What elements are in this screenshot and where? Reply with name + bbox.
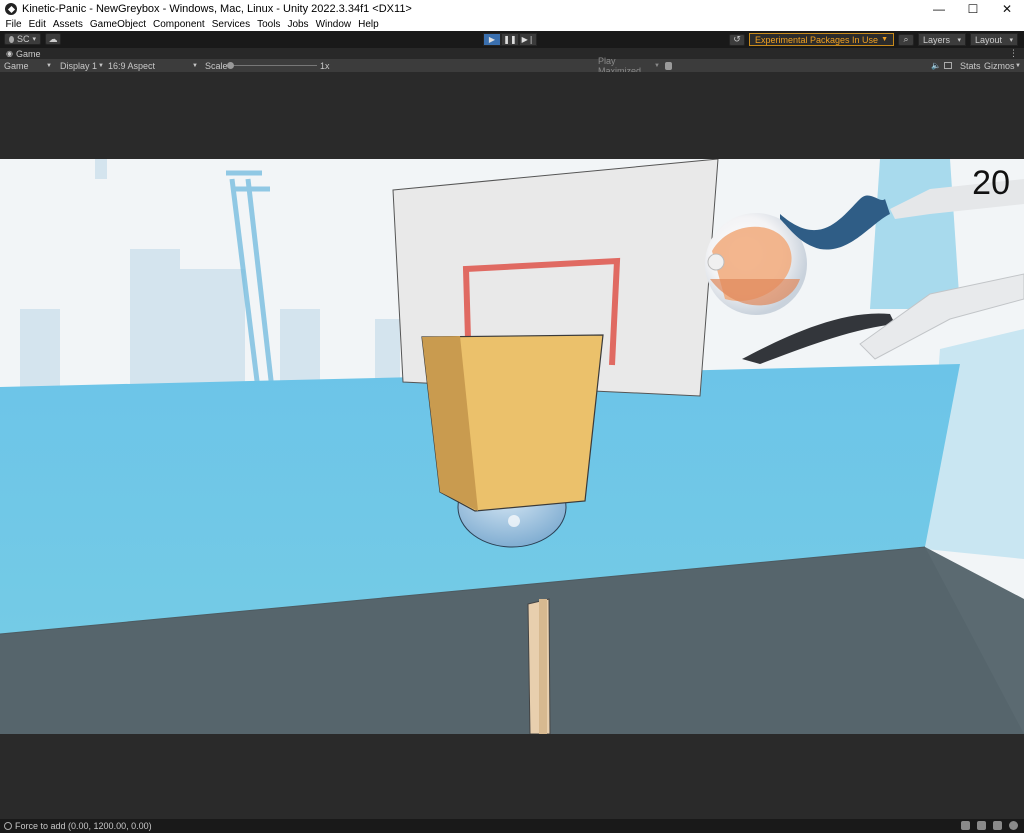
gamepad-icon: ◉ xyxy=(6,49,13,58)
scale-label: Scale xyxy=(205,60,228,71)
more-options-icon[interactable]: ⋮ xyxy=(1009,48,1018,59)
play-button[interactable]: ▶ xyxy=(483,33,501,46)
chevron-down-icon: ▾ xyxy=(32,36,36,43)
game-view-bar: Game ▼ Display 1 ▼ 16:9 Aspect ▼ Scale 1… xyxy=(0,56,1024,76)
menu-tools[interactable]: Tools xyxy=(254,19,284,30)
scene-render xyxy=(0,158,1024,735)
display-label: Display 1 xyxy=(60,60,98,71)
menu-window[interactable]: Window xyxy=(312,19,355,30)
search-icon: ⌕ xyxy=(903,34,909,44)
aspect-label: 16:9 Aspect xyxy=(108,60,156,71)
play-icon: ▶ xyxy=(488,35,496,44)
toolbar-right: ↺ Experimental Packages In Use ▼ ⌕ Layer… xyxy=(729,33,1018,46)
stats-button[interactable]: Stats xyxy=(960,60,981,71)
layout-label: Layout xyxy=(975,34,1003,45)
game-scene[interactable]: 20 xyxy=(0,158,1024,735)
caret-down-icon: ▼ xyxy=(1015,62,1021,69)
menu-bar: File Edit Assets GameObject Component Se… xyxy=(0,18,1024,31)
caret-down-icon: ▼ xyxy=(98,62,104,69)
status-icons xyxy=(961,821,1018,830)
game-viewport[interactable]: 20 xyxy=(0,72,1024,819)
play-controls: ▶ ❚❚ ▶❘ xyxy=(483,33,537,46)
caret-down-icon: ▼ xyxy=(881,36,888,43)
menu-file[interactable]: File xyxy=(2,19,25,30)
tab-game[interactable]: ◉ Game xyxy=(0,49,41,59)
menu-gameobject[interactable]: GameObject xyxy=(86,19,149,30)
gizmos-dropdown-arrow[interactable]: ▼ xyxy=(1015,60,1021,71)
tab-game-label: Game xyxy=(15,48,41,59)
status-message[interactable]: Force to add (0.00, 1200.00, 0.00) xyxy=(15,821,152,831)
window-controls: — ☐ ✕ xyxy=(922,0,1024,18)
menu-services[interactable]: Services xyxy=(208,19,253,30)
menu-assets[interactable]: Assets xyxy=(49,19,86,30)
cloud-icon: ☁ xyxy=(48,33,58,44)
maximize-button[interactable]: ☐ xyxy=(956,0,990,18)
bug-report-icon[interactable] xyxy=(993,821,1002,830)
minimize-button[interactable]: — xyxy=(922,0,956,18)
scale-slider-handle[interactable] xyxy=(227,62,234,69)
caret-down-icon: ▼ xyxy=(46,62,52,69)
chevron-down-icon: ▾ xyxy=(957,36,961,44)
close-button[interactable]: ✕ xyxy=(990,0,1024,18)
menu-help[interactable]: Help xyxy=(355,19,383,30)
display-dropdown[interactable]: Display 1 ▼ xyxy=(60,60,104,71)
experimental-packages-button[interactable]: Experimental Packages In Use ▼ xyxy=(749,33,894,46)
package-icon[interactable] xyxy=(977,821,986,830)
info-icon xyxy=(4,822,12,830)
view-mode-label: Game xyxy=(4,60,29,71)
vsync-icon xyxy=(944,62,952,69)
scale-value: 1x xyxy=(320,60,330,71)
cloud-button[interactable]: ☁ xyxy=(45,33,61,45)
experimental-packages-label: Experimental Packages In Use xyxy=(755,34,879,45)
play-mode-dropdown[interactable]: Play Maximized ▼ xyxy=(598,56,660,76)
mute-audio-button[interactable]: 🔈 xyxy=(931,60,941,71)
search-button[interactable]: ⌕ xyxy=(898,33,914,46)
history-button[interactable]: ↺ xyxy=(729,33,745,46)
gizmos-button[interactable]: Gizmos xyxy=(984,60,1015,71)
speaker-icon: 🔈 xyxy=(931,61,941,70)
layers-label: Layers xyxy=(923,34,951,45)
menu-edit[interactable]: Edit xyxy=(25,19,49,30)
pause-button[interactable]: ❚❚ xyxy=(501,33,519,46)
progress-icon[interactable] xyxy=(1009,821,1018,830)
caret-down-icon: ▼ xyxy=(192,62,198,69)
account-label: SC xyxy=(16,34,30,44)
frame-debugger-button[interactable] xyxy=(665,60,672,71)
main-toolbar: SC ▾ ☁ ▶ ❚❚ ▶❘ ↺ Experimental Packages I… xyxy=(0,31,1024,48)
layers-dropdown[interactable]: Layers ▾ xyxy=(918,33,966,46)
window-title: Kinetic-Panic - NewGreybox - Windows, Ma… xyxy=(22,3,412,15)
bug-icon xyxy=(665,61,672,70)
vsync-button[interactable] xyxy=(944,60,952,71)
chevron-down-icon: ▾ xyxy=(1009,36,1013,44)
score-counter: 20 xyxy=(972,164,1010,202)
menu-jobs[interactable]: Jobs xyxy=(284,19,312,30)
aspect-dropdown[interactable]: 16:9 Aspect ▼ xyxy=(108,60,198,71)
window-titlebar: Kinetic-Panic - NewGreybox - Windows, Ma… xyxy=(0,0,1024,18)
caret-down-icon: ▼ xyxy=(654,62,660,69)
layout-dropdown[interactable]: Layout ▾ xyxy=(970,33,1018,46)
network-icon[interactable] xyxy=(961,821,970,830)
unity-logo-icon xyxy=(5,3,17,15)
tower-right xyxy=(870,159,960,309)
scale-slider-track[interactable] xyxy=(232,65,317,66)
ball-socket xyxy=(707,253,725,271)
status-bar: Force to add (0.00, 1200.00, 0.00) xyxy=(0,819,1024,833)
account-icon xyxy=(9,35,14,43)
menu-component[interactable]: Component xyxy=(150,19,209,30)
step-button[interactable]: ▶❘ xyxy=(519,33,537,46)
view-mode-dropdown[interactable]: Game ▼ xyxy=(4,60,52,71)
history-icon: ↺ xyxy=(733,34,741,44)
pause-icon: ❚❚ xyxy=(503,35,517,44)
account-dropdown[interactable]: SC ▾ xyxy=(4,33,41,45)
step-icon: ▶❘ xyxy=(521,35,535,44)
tab-bar: ◉ Game ⋮ xyxy=(0,48,1024,59)
